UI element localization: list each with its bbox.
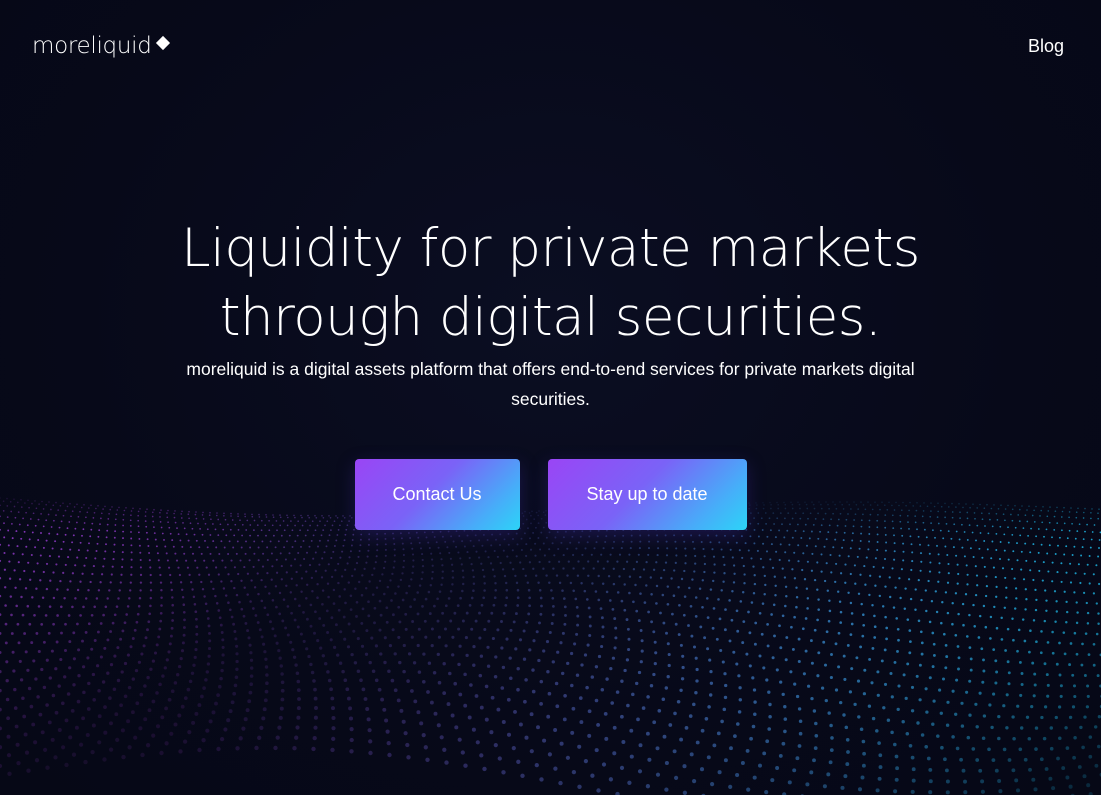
diamond-icon bbox=[155, 35, 170, 51]
contact-us-button[interactable]: Contact Us bbox=[354, 459, 520, 530]
hero-title: Liquidity for private markets through di… bbox=[0, 214, 1101, 352]
logo-link[interactable]: moreliquid bbox=[32, 31, 170, 61]
hero-actions: Contact Us Stay up to date bbox=[0, 459, 1101, 530]
nav-blog-link[interactable]: Blog bbox=[1028, 35, 1064, 57]
hero-title-line-1: Liquidity for private markets bbox=[181, 218, 920, 279]
hero-section: Liquidity for private markets through di… bbox=[0, 214, 1101, 414]
site-header: moreliquid Blog bbox=[0, 0, 1101, 92]
hero-subtitle: moreliquid is a digital assets platform … bbox=[186, 359, 915, 409]
hero-title-line-2: through digital securities. bbox=[219, 287, 882, 348]
stay-up-to-date-button[interactable]: Stay up to date bbox=[547, 459, 747, 530]
landing-page: moreliquid Blog Liquidity for private ma… bbox=[0, 0, 1101, 795]
logo-text: moreliquid bbox=[32, 33, 152, 59]
